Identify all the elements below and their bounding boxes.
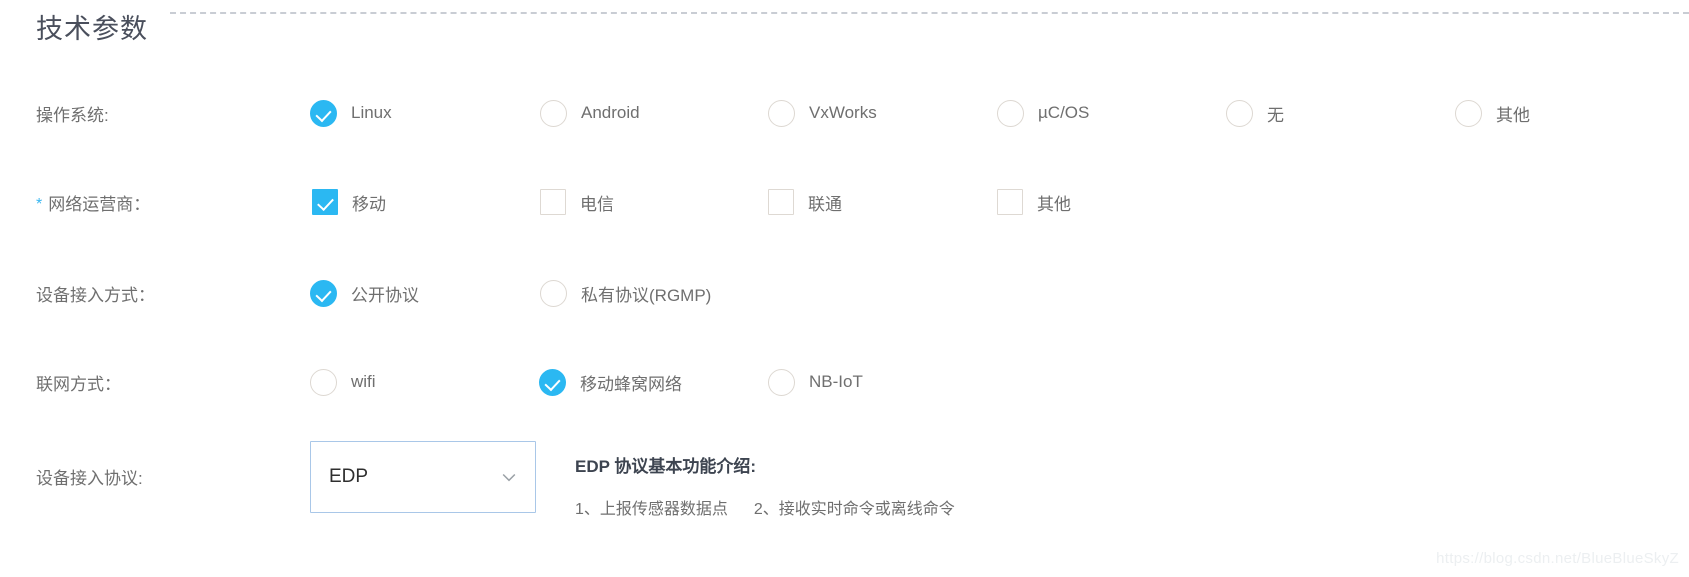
checkbox-label-mobile: 移动 xyxy=(352,194,386,214)
label-access-protocol-text: 设备接入协议: xyxy=(36,468,143,488)
protocol-info-item-2: 2、接收实时命令或离线命令 xyxy=(753,501,955,518)
radio-label-wifi: wifi xyxy=(351,372,376,391)
radio-icon-cellular[interactable] xyxy=(539,368,566,396)
label-access-method-text: 设备接入方式： xyxy=(36,285,155,305)
radio-label-android: Android xyxy=(581,103,640,122)
radio-label-public-protocol: 公开协议 xyxy=(351,285,419,305)
radio-option-cellular[interactable]: 移动蜂窝网络 xyxy=(539,368,682,396)
checkbox-label-other: 其他 xyxy=(1037,194,1071,214)
radio-label-cellular: 移动蜂窝网络 xyxy=(580,374,682,394)
radio-option-wifi[interactable]: wifi xyxy=(310,368,376,396)
checkbox-icon-mobile[interactable] xyxy=(312,189,338,215)
chevron-down-icon xyxy=(502,473,516,482)
checkbox-icon-other[interactable] xyxy=(997,189,1023,215)
protocol-info-item-1: 1、上报传感器数据点 xyxy=(575,501,728,518)
form-row-network-type: 联网方式： wifi 移动蜂窝网络 NB-IoT xyxy=(0,359,1689,405)
radio-option-private-protocol[interactable]: 私有协议(RGMP) xyxy=(540,279,712,307)
radio-icon-vxworks[interactable] xyxy=(768,99,795,127)
radio-option-other[interactable]: 其他 xyxy=(1455,99,1530,127)
radio-icon-linux[interactable] xyxy=(310,99,337,127)
radio-label-vxworks: VxWorks xyxy=(809,103,877,122)
radio-option-ucos[interactable]: µC/OS xyxy=(997,99,1090,127)
radio-option-android[interactable]: Android xyxy=(540,99,640,127)
label-access-protocol: 设备接入协议: xyxy=(36,440,296,512)
label-network-operator-text: 网络运营商： xyxy=(48,194,151,214)
protocol-select-value: EDP xyxy=(329,466,369,487)
radio-label-linux: Linux xyxy=(351,103,392,122)
checkbox-option-mobile[interactable]: 移动 xyxy=(312,189,386,215)
form-row-access-protocol: 设备接入协议: EDP EDP 协议基本功能介绍: 1、上报传感器数据点 2、接… xyxy=(0,440,1689,520)
radio-icon-other[interactable] xyxy=(1455,99,1482,127)
radio-icon-android[interactable] xyxy=(540,99,567,127)
checkbox-icon-unicom[interactable] xyxy=(768,189,794,215)
radio-label-nbiot: NB-IoT xyxy=(809,372,863,391)
protocol-info-panel: EDP 协议基本功能介绍: 1、上报传感器数据点 2、接收实时命令或离线命令 xyxy=(575,452,1135,519)
label-operating-system: 操作系统: xyxy=(36,90,296,136)
checkbox-label-unicom: 联通 xyxy=(808,194,842,214)
radio-icon-public-protocol[interactable] xyxy=(310,279,337,307)
label-network-type-text: 联网方式： xyxy=(36,374,121,394)
radio-label-ucos: µC/OS xyxy=(1038,103,1090,122)
radio-option-none[interactable]: 无 xyxy=(1226,99,1284,127)
protocol-select[interactable]: EDP xyxy=(310,441,536,513)
radio-option-public-protocol[interactable]: 公开协议 xyxy=(310,279,419,307)
header-dashed-divider xyxy=(170,12,1689,14)
required-asterisk-icon: * xyxy=(36,196,43,213)
radio-icon-wifi[interactable] xyxy=(310,368,337,396)
form-row-access-method: 设备接入方式： 公开协议 私有协议(RGMP) xyxy=(0,270,1689,316)
form-row-network-operator: * 网络运营商： 移动 电信 联通 其他 xyxy=(0,179,1689,225)
radio-icon-ucos[interactable] xyxy=(997,99,1024,127)
section-header: 技术参数 xyxy=(0,0,1689,62)
radio-label-other: 其他 xyxy=(1496,105,1530,125)
radio-option-nbiot[interactable]: NB-IoT xyxy=(768,368,863,396)
label-network-type: 联网方式： xyxy=(36,359,296,405)
checkbox-icon-telecom[interactable] xyxy=(540,189,566,215)
checkbox-option-unicom[interactable]: 联通 xyxy=(768,189,842,215)
form-row-operating-system: 操作系统: Linux Android VxWorks µC/OS 无 其他 xyxy=(0,90,1689,136)
label-network-operator: * 网络运营商： xyxy=(36,179,296,225)
watermark: https://blog.csdn.net/BlueBlueSkyZ xyxy=(1436,550,1679,567)
checkbox-option-other[interactable]: 其他 xyxy=(997,189,1071,215)
radio-label-private-protocol: 私有协议(RGMP) xyxy=(581,285,712,305)
label-access-method: 设备接入方式： xyxy=(36,270,296,316)
radio-icon-none[interactable] xyxy=(1226,99,1253,127)
radio-label-none: 无 xyxy=(1267,105,1284,125)
radio-icon-private-protocol[interactable] xyxy=(540,279,567,307)
radio-icon-nbiot[interactable] xyxy=(768,368,795,396)
checkbox-label-telecom: 电信 xyxy=(580,194,614,214)
protocol-info-items: 1、上报传感器数据点 2、接收实时命令或离线命令 xyxy=(575,495,1135,519)
label-operating-system-text: 操作系统: xyxy=(36,105,109,125)
radio-option-vxworks[interactable]: VxWorks xyxy=(768,99,877,127)
checkbox-option-telecom[interactable]: 电信 xyxy=(540,189,614,215)
protocol-info-title: EDP 协议基本功能介绍: xyxy=(575,457,757,476)
page-title: 技术参数 xyxy=(36,13,148,44)
radio-option-linux[interactable]: Linux xyxy=(310,99,392,127)
